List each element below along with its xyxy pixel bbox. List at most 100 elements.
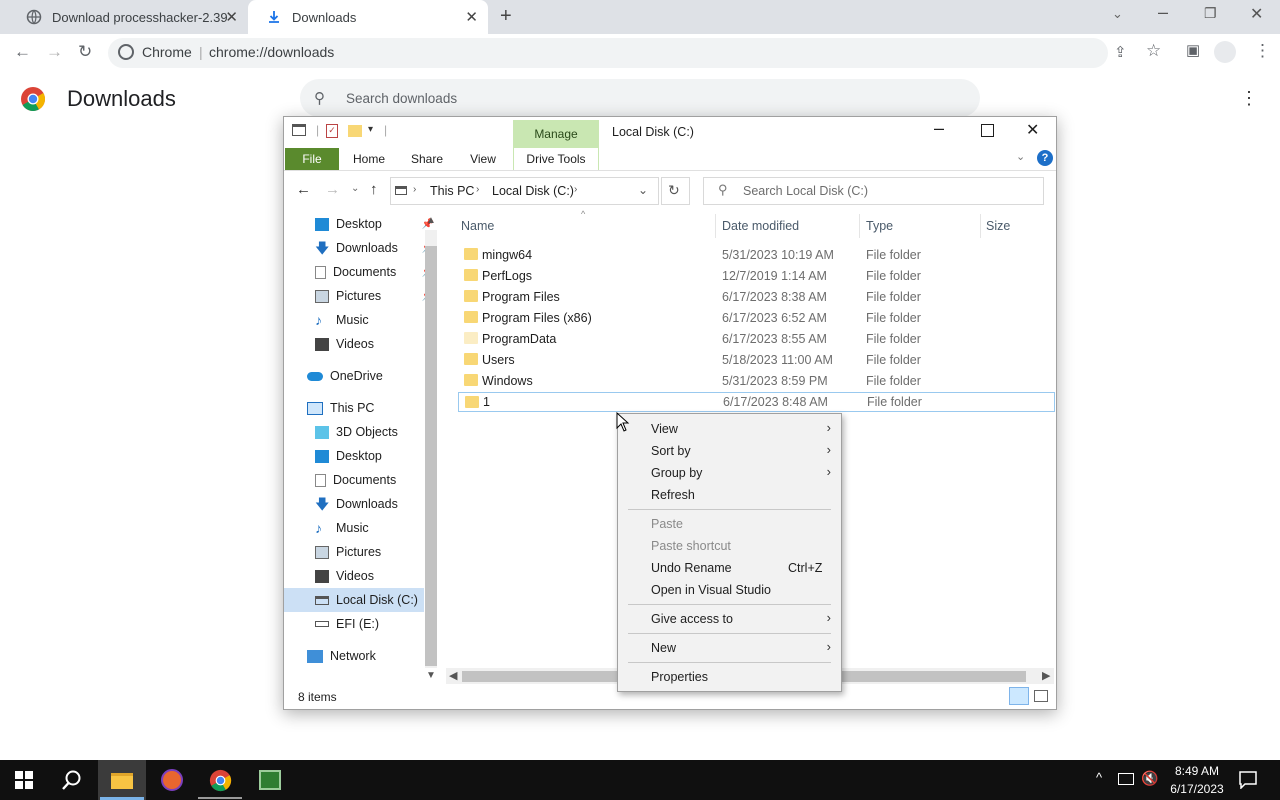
firefox-icon[interactable] <box>161 769 183 791</box>
back-icon[interactable]: ← <box>14 42 31 62</box>
column-separator[interactable] <box>980 214 981 238</box>
network-status-icon[interactable] <box>1118 773 1134 785</box>
tab-search-icon[interactable]: ⌄ <box>1112 6 1123 22</box>
back-icon[interactable]: ← <box>296 181 311 198</box>
breadcrumb-chevron-icon[interactable]: › <box>413 184 416 195</box>
close-window-icon[interactable]: ✕ <box>1026 120 1039 140</box>
breadcrumb-chevron-icon[interactable]: › <box>476 184 479 195</box>
column-header-type[interactable]: Type <box>866 214 893 238</box>
ribbon-tab-file[interactable]: File <box>285 148 339 170</box>
file-row[interactable]: mingw64 5/31/2023 10:19 AM File folder <box>458 245 1055 265</box>
nav-label: 3D Objects <box>336 425 398 439</box>
breadcrumb-local-disk[interactable]: Local Disk (C:) <box>492 184 574 198</box>
scroll-down-icon[interactable]: ▼ <box>426 670 436 681</box>
file-row[interactable]: ProgramData 6/17/2023 8:55 AM File folder <box>458 329 1055 349</box>
column-header-name[interactable]: Name <box>461 214 494 238</box>
maximize-icon[interactable] <box>981 124 994 137</box>
column-header-size[interactable]: Size <box>986 214 1010 238</box>
new-tab-icon[interactable]: + <box>500 5 512 28</box>
file-row-selected[interactable]: 1 6/17/2023 8:48 AM File folder <box>458 392 1055 412</box>
tab-downloads[interactable]: Downloads ✕ <box>248 0 488 34</box>
close-tab-icon[interactable]: ✕ <box>225 8 238 26</box>
mouse-cursor-icon <box>616 412 630 432</box>
details-view-icon[interactable] <box>1009 687 1029 705</box>
minimize-icon[interactable]: – <box>934 118 944 139</box>
restore-icon[interactable]: ❐ <box>1204 5 1217 22</box>
large-icons-view-icon[interactable] <box>1034 690 1048 702</box>
notifications-icon[interactable] <box>1239 771 1257 789</box>
breadcrumb-chevron-icon[interactable]: › <box>574 184 577 195</box>
close-window-icon[interactable]: ✕ <box>1250 4 1263 24</box>
menu-item-group-by[interactable]: Group by <box>651 463 831 483</box>
sort-ascending-icon: ^ <box>581 209 586 219</box>
search-icon: ⚲ <box>718 182 728 197</box>
page-menu-icon[interactable]: ⋮ <box>1240 88 1258 109</box>
share-icon[interactable]: ⇪ <box>1114 43 1127 61</box>
column-separator[interactable] <box>715 214 716 238</box>
menu-item-paste-shortcut[interactable]: Paste shortcut <box>651 536 831 556</box>
search-icon[interactable] <box>61 769 83 791</box>
drive-icon <box>395 186 407 195</box>
address-dropdown-icon[interactable]: ⌄ <box>638 183 648 197</box>
ribbon-tab-share[interactable]: Share <box>404 148 450 170</box>
file-date: 6/17/2023 8:38 AM <box>722 290 827 304</box>
manage-tab[interactable]: Manage <box>513 127 599 141</box>
customize-toolbar-icon[interactable]: ▾ <box>368 124 373 135</box>
url-text[interactable]: chrome://downloads <box>209 44 334 60</box>
menu-item-properties[interactable]: Properties <box>651 667 831 687</box>
taskbar-time[interactable]: 8:49 AM <box>1166 764 1228 778</box>
nav-scrollbar-thumb[interactable] <box>425 246 437 666</box>
profile-avatar[interactable] <box>1214 41 1236 63</box>
file-date: 5/31/2023 8:59 PM <box>722 374 828 388</box>
side-panel-icon[interactable]: ▣ <box>1186 41 1200 59</box>
expand-ribbon-icon[interactable]: ⌄ <box>1016 150 1025 163</box>
file-row[interactable]: Users 5/18/2023 11:00 AM File folder <box>458 350 1055 370</box>
menu-item-sort-by[interactable]: Sort by <box>651 441 831 461</box>
up-icon[interactable]: ↑ <box>370 181 378 198</box>
windows-start-icon[interactable] <box>15 771 33 789</box>
menu-item-refresh[interactable]: Refresh <box>651 485 831 505</box>
minimize-icon[interactable]: – <box>1158 2 1168 23</box>
terminal-app-icon[interactable] <box>259 770 281 790</box>
menu-item-view[interactable]: View <box>651 419 831 439</box>
search-placeholder: Search downloads <box>346 91 458 106</box>
reload-icon[interactable]: ↻ <box>78 42 92 62</box>
new-folder-quick-icon[interactable] <box>348 125 362 137</box>
show-hidden-icons-icon[interactable]: ^ <box>1096 770 1102 785</box>
chrome-menu-icon[interactable]: ⋮ <box>1254 41 1271 61</box>
refresh-icon[interactable]: ↻ <box>668 182 680 199</box>
scroll-right-icon[interactable]: ▶ <box>1042 669 1050 682</box>
ribbon-tab-drive-tools[interactable]: Drive Tools <box>513 148 599 170</box>
ribbon-tab-view[interactable]: View <box>462 148 504 170</box>
taskbar-date[interactable]: 6/17/2023 <box>1166 782 1228 796</box>
ribbon-tab-home[interactable]: Home <box>346 148 392 170</box>
properties-quick-icon[interactable]: ✓ <box>326 124 338 138</box>
column-header-date[interactable]: Date modified <box>722 214 799 238</box>
bookmark-star-icon[interactable]: ☆ <box>1146 41 1161 61</box>
file-name: ProgramData <box>482 332 557 346</box>
menu-item-paste[interactable]: Paste <box>651 514 831 534</box>
menu-item-give-access[interactable]: Give access to <box>651 609 831 629</box>
column-separator[interactable] <box>859 214 860 238</box>
forward-icon[interactable]: → <box>325 181 340 198</box>
file-row[interactable]: Program Files (x86) 6/17/2023 6:52 AM File… <box>458 308 1055 328</box>
close-tab-icon[interactable]: ✕ <box>465 8 478 26</box>
tab-processhacker[interactable]: Download processhacker-2.39-se ✕ <box>8 0 248 34</box>
file-type: File folder <box>866 311 921 325</box>
chrome-taskbar-icon[interactable] <box>209 769 232 792</box>
file-row[interactable]: Program Files 6/17/2023 8:38 AM File folde… <box>458 287 1055 307</box>
recent-locations-icon[interactable]: ⌄ <box>351 183 359 194</box>
menu-item-open-visual-studio[interactable]: Open in Visual Studio <box>651 580 831 600</box>
help-icon[interactable]: ? <box>1037 150 1053 166</box>
file-name: Program Files (x86) <box>482 311 592 325</box>
scroll-up-icon[interactable]: ▲ <box>426 215 436 226</box>
navigation-pane: Desktop 📌 🡇Downloads 📌 Documents 📌 Pictu… <box>284 212 440 686</box>
forward-icon[interactable]: → <box>46 42 63 62</box>
menu-item-new[interactable]: New <box>651 638 831 658</box>
scroll-left-icon[interactable]: ◀ <box>449 669 457 682</box>
file-row[interactable]: PerfLogs 12/7/2019 1:14 AM File folder <box>458 266 1055 286</box>
breadcrumb-this-pc[interactable]: This PC <box>430 184 474 198</box>
volume-muted-icon[interactable]: 🔇 <box>1141 770 1158 787</box>
file-row[interactable]: Windows 5/31/2023 8:59 PM File folder <box>458 371 1055 391</box>
nav-label: Desktop <box>336 449 382 463</box>
